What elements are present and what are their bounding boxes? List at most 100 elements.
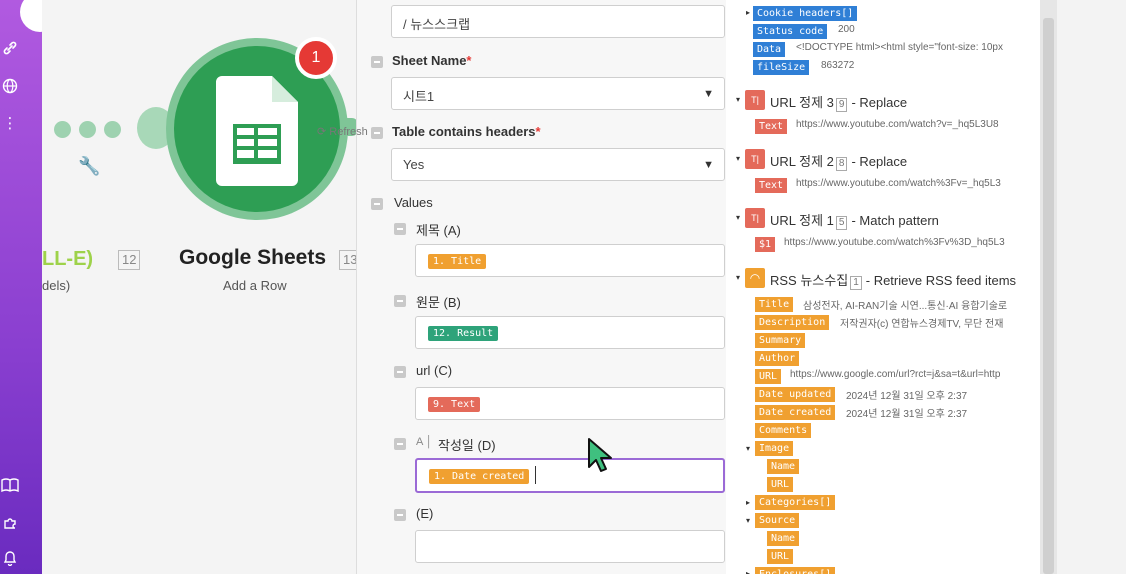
refresh-button[interactable]: ⟳ Refresh bbox=[317, 125, 368, 138]
text-format-letter: A bbox=[416, 436, 423, 448]
data-key[interactable]: Comments bbox=[755, 423, 812, 438]
connection-dot bbox=[104, 121, 121, 138]
data-key[interactable]: Date created bbox=[755, 405, 836, 420]
data-value: 200 bbox=[838, 24, 855, 35]
collapse-arrow-icon[interactable]: ▾ bbox=[736, 273, 740, 282]
text-cursor bbox=[535, 466, 536, 484]
connection-dot bbox=[79, 121, 96, 138]
data-value: <!DOCTYPE html><html style="font-size: 1… bbox=[796, 42, 1003, 53]
data-value: 2024년 12월 31일 오후 2:37 bbox=[846, 391, 968, 402]
data-key[interactable]: URL bbox=[755, 369, 782, 384]
data-value: 저작권자(c) 연합뉴스경제TV, 무단 전재 bbox=[840, 319, 1004, 330]
data-key[interactable]: Image bbox=[755, 441, 794, 456]
mapped-value-pill[interactable]: 1. Title bbox=[428, 254, 487, 269]
module-name: URL 정제 3 bbox=[770, 95, 834, 110]
refresh-label: Refresh bbox=[329, 126, 368, 138]
collapse-arrow-icon[interactable]: ▾ bbox=[746, 444, 750, 453]
mapped-value-pill[interactable]: 9. Text bbox=[428, 397, 481, 412]
more-vertical-icon[interactable]: ⋮ bbox=[0, 114, 20, 134]
table-headers-label-text: Table contains headers bbox=[392, 124, 536, 139]
collapse-arrow-icon[interactable]: ▾ bbox=[736, 154, 740, 163]
left-node-subtitle: dels) bbox=[42, 278, 71, 293]
column-c-input[interactable]: 9. Text bbox=[415, 387, 725, 420]
mapped-value-pill[interactable]: 12. Result bbox=[428, 326, 499, 341]
link-icon[interactable] bbox=[0, 40, 20, 60]
data-value: https://www.google.com/url?rct=j&sa=t&ur… bbox=[790, 369, 1001, 380]
collapse-arrow-icon[interactable]: ▾ bbox=[736, 95, 740, 104]
data-value: https://www.youtube.com/watch%3Fv%3D_hq5… bbox=[784, 237, 1005, 248]
data-key[interactable]: Summary bbox=[755, 333, 806, 348]
sheet-name-select[interactable]: 시트1 ▼ bbox=[391, 77, 725, 110]
column-e-input[interactable] bbox=[415, 530, 725, 563]
data-key[interactable]: Source bbox=[755, 513, 800, 528]
column-e-checkbox[interactable] bbox=[394, 509, 406, 521]
table-headers-select[interactable]: Yes ▼ bbox=[391, 148, 725, 181]
scenario-canvas[interactable]: 🔧 LL-E) dels) 12 1 Google Sheets 13 Add … bbox=[42, 0, 356, 574]
text-parser-icon: T| bbox=[745, 149, 765, 169]
data-key[interactable]: Author bbox=[755, 351, 800, 366]
mapped-value-pill[interactable]: 1. Date created bbox=[429, 469, 530, 484]
data-key[interactable]: Status code bbox=[753, 24, 828, 39]
required-mark: * bbox=[535, 124, 541, 139]
module-header[interactable]: RSS 뉴스수집 1- Retrieve RSS feed items bbox=[770, 270, 1016, 290]
column-c-checkbox[interactable] bbox=[394, 366, 406, 378]
module-header[interactable]: URL 정제 39- Replace bbox=[770, 92, 907, 112]
column-d-input[interactable]: 1. Date created bbox=[415, 458, 725, 493]
rss-icon: ◠ bbox=[745, 268, 765, 288]
collapse-arrow-icon[interactable]: ▾ bbox=[746, 516, 750, 525]
bell-icon[interactable] bbox=[0, 550, 20, 570]
column-b-checkbox[interactable] bbox=[394, 295, 406, 307]
module-name: RSS 뉴스수집 bbox=[770, 273, 849, 288]
table-headers-checkbox[interactable] bbox=[371, 127, 383, 139]
expand-arrow-icon[interactable]: ▸ bbox=[746, 8, 750, 17]
expand-arrow-icon[interactable]: ▸ bbox=[746, 569, 750, 574]
background-area bbox=[1057, 0, 1126, 574]
data-key[interactable]: Text bbox=[755, 119, 788, 134]
scrollbar-thumb[interactable] bbox=[1043, 18, 1054, 574]
collapse-arrow-icon[interactable]: ▾ bbox=[736, 213, 740, 222]
data-key[interactable]: Name bbox=[767, 531, 800, 546]
module-action: - Replace bbox=[851, 95, 908, 110]
data-key[interactable]: Cookie headers[] bbox=[753, 6, 858, 21]
data-value: https://www.youtube.com/watch?v=_hq5L3U8 bbox=[796, 119, 999, 130]
module-header[interactable]: URL 정제 15- Match pattern bbox=[770, 210, 939, 230]
column-b-input[interactable]: 12. Result bbox=[415, 316, 725, 349]
puzzle-icon[interactable] bbox=[0, 514, 20, 534]
column-a-checkbox[interactable] bbox=[394, 223, 406, 235]
column-d-checkbox[interactable] bbox=[394, 438, 406, 450]
data-key[interactable]: fileSize bbox=[753, 60, 810, 75]
data-key[interactable]: Enclosures[] bbox=[755, 567, 836, 574]
data-key[interactable]: Title bbox=[755, 297, 794, 312]
column-c-label: url (C) bbox=[416, 363, 453, 378]
module-header[interactable]: URL 정제 28- Replace bbox=[770, 151, 907, 171]
globe-icon[interactable] bbox=[0, 78, 20, 98]
module-name: URL 정제 1 bbox=[770, 213, 834, 228]
data-key[interactable]: Name bbox=[767, 459, 800, 474]
module-name: URL 정제 2 bbox=[770, 154, 834, 169]
data-key[interactable]: URL bbox=[767, 549, 794, 564]
data-key[interactable]: Text bbox=[755, 178, 788, 193]
column-d-label: 작성일 (D) bbox=[438, 438, 496, 453]
table-headers-value: Yes bbox=[403, 157, 425, 172]
module-number: 13 bbox=[339, 250, 356, 270]
data-value: https://www.youtube.com/watch%3Fv=_hq5L3 bbox=[796, 178, 1001, 189]
data-key[interactable]: Data bbox=[753, 42, 786, 57]
data-key[interactable]: Categories[] bbox=[755, 495, 836, 510]
module-action: - Replace bbox=[851, 154, 908, 169]
module-action: - Match pattern bbox=[851, 213, 939, 228]
data-key[interactable]: URL bbox=[767, 477, 794, 492]
table-headers-label: Table contains headers* bbox=[392, 124, 541, 139]
wrench-icon[interactable]: 🔧 bbox=[78, 156, 100, 177]
data-value: 삼성전자, AI-RAN기술 시연...통신·AI 융합기술로 bbox=[803, 301, 1008, 312]
required-mark: * bbox=[466, 53, 472, 68]
module-number: 1 bbox=[850, 276, 862, 290]
data-key[interactable]: Description bbox=[755, 315, 830, 330]
book-icon[interactable] bbox=[0, 478, 20, 498]
spreadsheet-path-field[interactable]: / 뉴스스크랩 bbox=[391, 5, 725, 38]
sheet-name-checkbox[interactable] bbox=[371, 56, 383, 68]
values-checkbox[interactable] bbox=[371, 198, 383, 210]
expand-arrow-icon[interactable]: ▸ bbox=[746, 498, 750, 507]
data-key[interactable]: $1 bbox=[755, 237, 776, 252]
column-a-input[interactable]: 1. Title bbox=[415, 244, 725, 277]
data-key[interactable]: Date updated bbox=[755, 387, 836, 402]
